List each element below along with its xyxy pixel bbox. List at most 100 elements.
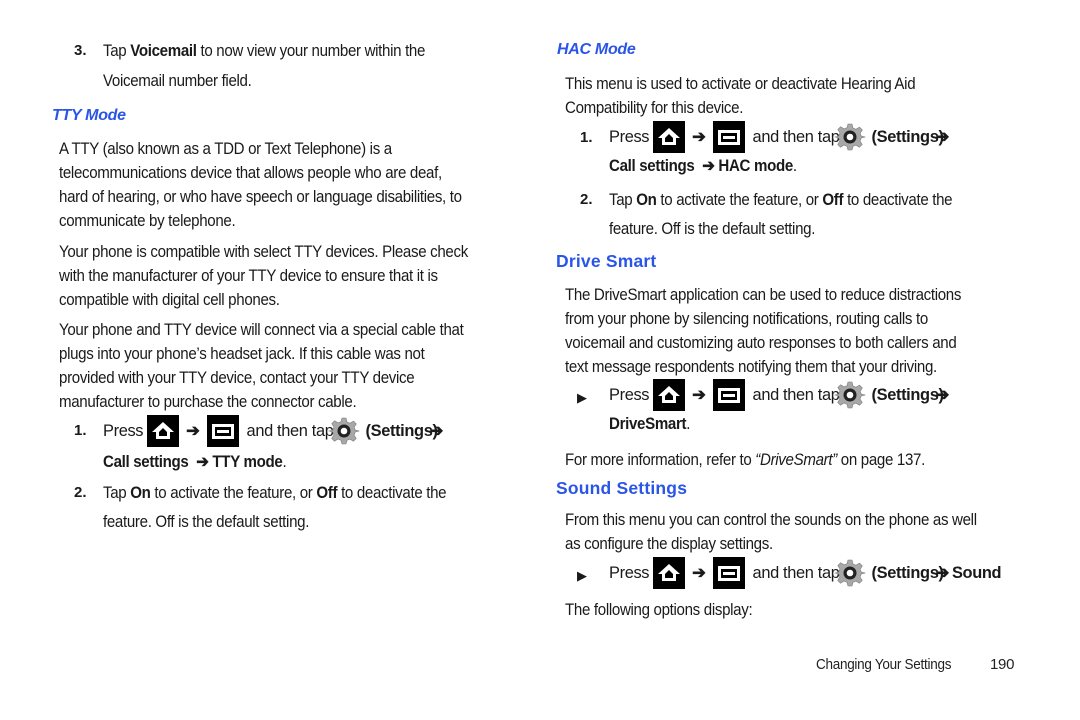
text: Tap: [103, 42, 131, 60]
step-number: 2.: [580, 191, 593, 208]
arrow: ➔: [935, 128, 950, 146]
text-line: A TTY (also known as a TDD or Text Telep…: [59, 140, 392, 158]
press-text: Press: [103, 421, 144, 440]
text-line: with the manufacturer of your TTY device…: [59, 267, 438, 285]
text-line: This menu is used to activate or deactiv…: [565, 75, 916, 93]
period: .: [686, 415, 691, 433]
press-text: Press: [609, 385, 650, 404]
text-line: manufacturer to purchase the connector c…: [59, 393, 357, 411]
period: .: [996, 563, 1001, 582]
step-number: 1.: [74, 422, 87, 439]
text: Tap: [609, 191, 637, 209]
and-then-tap-text: and then tap: [752, 127, 840, 146]
text: Tap: [103, 484, 131, 502]
text-line: as configure the display settings.: [565, 535, 773, 553]
text: to activate the feature, or: [656, 191, 823, 209]
and-then-tap-text: and then tap: [246, 421, 334, 440]
arrow: ➔: [692, 128, 706, 146]
drive-smart-paragraph: The DriveSmart application can be used t…: [565, 283, 996, 379]
drivesmart-term: DriveSmart: [609, 415, 687, 433]
bullet-triangle-icon: ▶: [577, 390, 587, 405]
text: to activate the feature, or: [150, 484, 317, 502]
home-icon: [147, 415, 180, 447]
hac-paragraph: This menu is used to activate or deactiv…: [565, 72, 946, 120]
settings-label: (Settings): [871, 127, 944, 146]
text: to deactivate the: [843, 191, 953, 209]
arrow: ➔: [429, 422, 444, 440]
step3-line1: Tap Voicemail to now view your number wi…: [103, 39, 425, 63]
settings-label: (Settings): [365, 421, 438, 440]
menu-icon: [712, 557, 745, 589]
tty-paragraph-1: A TTY (also known as a TDD or Text Telep…: [59, 137, 497, 233]
period: .: [282, 453, 287, 471]
text: to now view your number within the: [196, 42, 426, 60]
hac-step1-line2: Call settings ➔ HAC mode.: [609, 154, 797, 178]
gear-icon: [327, 415, 360, 447]
text-line: Your phone and TTY device will connect v…: [59, 321, 464, 339]
menu-icon: [206, 415, 239, 447]
tty-paragraph-2: Your phone is compatible with select TTY…: [59, 240, 503, 312]
text: on page 137.: [836, 451, 926, 469]
settings-label: (Settings): [871, 385, 944, 404]
press-text: Press: [609, 127, 650, 146]
text-line: telecommunications device that allows pe…: [59, 164, 442, 182]
sound-settings-heading: Sound Settings: [556, 478, 688, 498]
gear-icon: [833, 379, 866, 411]
and-then-tap-text: and then tap: [752, 563, 840, 582]
text-line: plugs into your phone’s headset jack. If…: [59, 345, 425, 363]
hac-mode-term: HAC mode: [718, 157, 793, 175]
hac-step2-line2: feature. Off is the default setting.: [609, 220, 816, 238]
sound-step-line: Press ➔ and then tap (Settings) ➔ Sound …: [609, 556, 1002, 590]
home-icon: [653, 121, 686, 153]
call-settings-term: Call settings: [103, 453, 189, 471]
settings-label: (Settings): [871, 563, 944, 582]
arrow: ➔: [692, 386, 706, 404]
arrow: ➔: [196, 453, 209, 471]
step-number: 2.: [74, 484, 87, 501]
voicemail-term: Voicemail: [130, 42, 197, 60]
text-line: text message respondents notifying them …: [565, 358, 937, 376]
arrow: ➔: [935, 386, 950, 404]
text-line: hard of hearing, or who have speech or l…: [59, 188, 462, 206]
text-line: From this menu you can control the sound…: [565, 511, 977, 529]
tty-mode-term: TTY mode: [212, 453, 283, 471]
text: to deactivate the: [337, 484, 447, 502]
sound-term: Sound: [951, 563, 1002, 582]
tty-step2-line1: Tap On to activate the feature, or Off t…: [103, 481, 447, 505]
on-term: On: [636, 191, 657, 209]
step-number: 3.: [74, 42, 87, 59]
text: For more information, refer to: [565, 451, 756, 469]
footer-section-title: Changing Your Settings: [816, 656, 966, 673]
drive-smart-reference: For more information, refer to “DriveSma…: [565, 448, 925, 472]
tty-mode-heading: TTY Mode: [52, 107, 126, 124]
menu-icon: [712, 379, 745, 411]
drive-step-line2: DriveSmart.: [609, 412, 690, 436]
on-term: On: [130, 484, 151, 502]
step3-line2: Voicemail number field.: [103, 72, 252, 90]
following-options-text: The following options display:: [565, 601, 753, 619]
off-term: Off: [316, 484, 338, 502]
text-line: provided with your TTY device, contact y…: [59, 369, 415, 387]
arrow: ➔: [692, 564, 706, 582]
bullet-triangle-icon: ▶: [577, 568, 587, 583]
drivesmart-page-link[interactable]: “DriveSmart”: [755, 451, 837, 469]
and-then-tap-text: and then tap: [752, 385, 840, 404]
step-number: 1.: [580, 129, 593, 146]
arrow: ➔: [935, 564, 950, 582]
off-term: Off: [822, 191, 844, 209]
text-line: communicate by telephone.: [59, 212, 236, 230]
text-line: The DriveSmart application can be used t…: [565, 286, 962, 304]
tty-paragraph-3: Your phone and TTY device will connect v…: [59, 318, 499, 414]
section-name: Changing Your Settings: [816, 656, 952, 673]
press-text: Press: [609, 563, 650, 582]
hac-step1-line1: Press ➔ and then tap (Settings) ➔: [609, 120, 952, 154]
home-icon: [653, 379, 686, 411]
menu-icon: [712, 121, 745, 153]
home-icon: [653, 557, 686, 589]
period: .: [792, 157, 797, 175]
page-number: 190: [990, 656, 1015, 673]
tty-step1-line2: Call settings ➔ TTY mode.: [103, 450, 287, 474]
arrow: ➔: [186, 422, 200, 440]
text-line: Your phone is compatible with select TTY…: [59, 243, 468, 261]
tty-step1-line1: Press ➔ and then tap (Settings) ➔: [103, 414, 446, 448]
